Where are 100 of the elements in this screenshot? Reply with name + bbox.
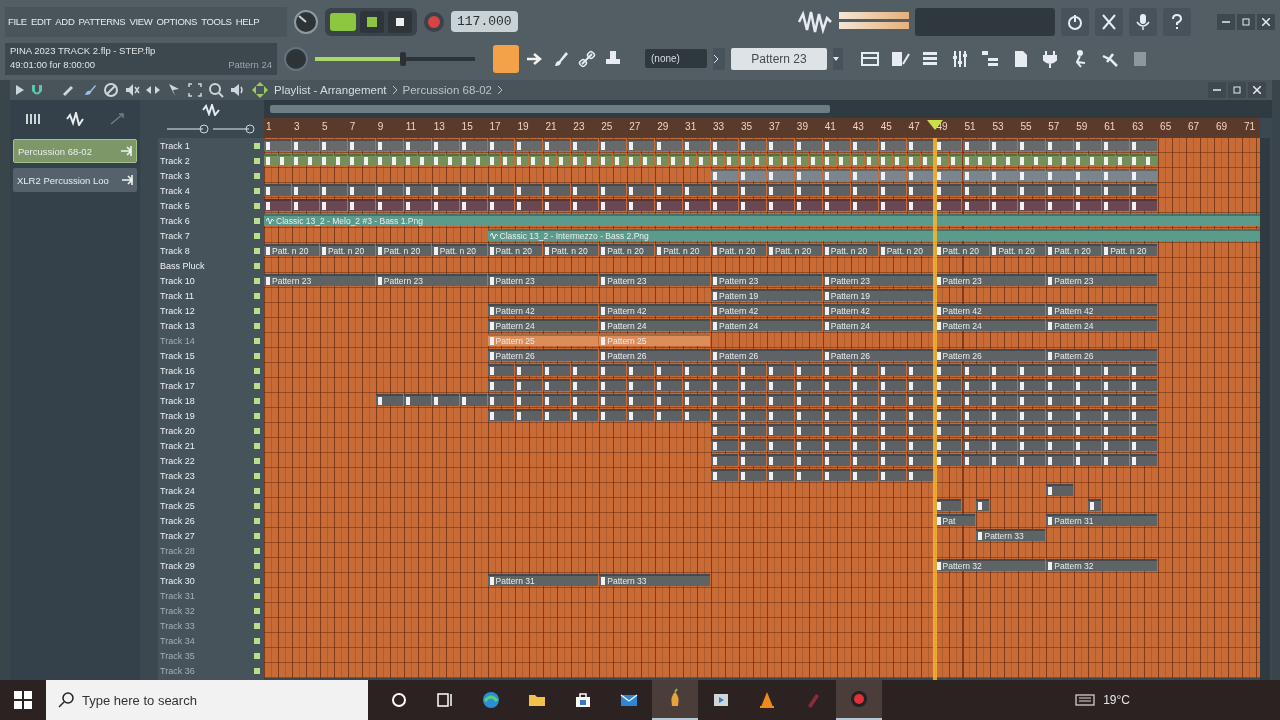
track-name[interactable]: Track 8 (160, 245, 190, 256)
pattern-clip[interactable]: Pattern 42 (822, 304, 934, 316)
audio-clip[interactable]: Classic 13_2 - Intermezzo - Bass 2.Png (487, 229, 1260, 241)
pattern-clip[interactable]: Pattern 24 (487, 319, 599, 331)
pattern-clip[interactable]: Pattern 23 (375, 274, 487, 286)
search-field[interactable]: Type here to search (46, 680, 368, 720)
track-name[interactable]: Track 23 (160, 470, 195, 481)
pattern-clip[interactable]: Pat (934, 514, 976, 526)
pattern-clip[interactable]: Pattern 24 (599, 319, 710, 331)
clip-source-item[interactable]: Percussion 68-02 (13, 139, 137, 163)
track-lane[interactable]: Pattern 31 Pattern 33 (264, 573, 1260, 588)
pattern-clip[interactable]: Patt. n 20 (822, 244, 878, 256)
pattern-clip[interactable]: Pattern 31 (487, 574, 599, 586)
pattern-clip[interactable]: Pattern 32 (1046, 559, 1158, 571)
track-name[interactable]: Track 25 (160, 500, 195, 511)
pattern-clip[interactable]: Pattern 26 (1046, 349, 1158, 361)
track-name[interactable]: Track 30 (160, 575, 195, 586)
menu-item[interactable]: TOOLS (201, 16, 232, 27)
track-name[interactable]: Track 3 (160, 170, 190, 181)
pattern-clip[interactable]: Patt. n 20 (766, 244, 822, 256)
track-name[interactable]: Track 12 (160, 305, 195, 316)
track-name[interactable]: Track 4 (160, 185, 190, 196)
pattern-clip[interactable]: Pattern 32 (934, 559, 1046, 571)
pattern-clip[interactable]: Pattern 26 (934, 349, 1046, 361)
track-name[interactable]: Track 18 (160, 395, 195, 406)
pattern-clip[interactable]: Pattern 33 (599, 574, 710, 586)
pattern-clip[interactable]: Pattern 42 (711, 304, 822, 316)
channel-group-dropdown[interactable]: (none) (645, 49, 707, 68)
track-name[interactable]: Track 19 (160, 410, 195, 421)
menu-item[interactable]: PATTERNS (78, 16, 126, 27)
track-name[interactable]: Track 16 (160, 365, 195, 376)
menu-item[interactable]: ADD (55, 16, 75, 27)
pattern-clip[interactable]: Patt. n 20 (990, 244, 1046, 256)
pattern-clip[interactable]: Pattern 26 (599, 349, 710, 361)
pattern-clip[interactable]: Pattern 23 (934, 274, 1046, 286)
track-name[interactable]: Track 7 (160, 230, 190, 241)
track-name[interactable]: Track 2 (160, 155, 190, 166)
track-name[interactable]: Track 11 (160, 290, 194, 301)
pattern-clip[interactable]: Pattern 26 (711, 349, 822, 361)
pattern-clip[interactable]: Pattern 24 (822, 319, 934, 331)
pattern-clip[interactable]: Pattern 23 (487, 274, 599, 286)
track-lane[interactable]: Pattern 32 Pattern 32 (264, 558, 1260, 573)
track-name[interactable]: Track 10 (160, 275, 195, 286)
pattern-clip[interactable]: Pattern 42 (599, 304, 710, 316)
audio-clip[interactable]: Classic 13_2 - Melo_2 #3 - Bass 1.Png (264, 214, 1260, 226)
pattern-clip[interactable]: Pattern 42 (934, 304, 1046, 316)
track-lane[interactable]: Pattern 24 Pattern 24 Pattern 24 Pattern 24 Pattern 24 Pattern 24 (264, 318, 1260, 333)
track-lane[interactable]: Pat Pattern 31 (264, 513, 1260, 528)
pattern-clip[interactable]: Pattern 26 (822, 349, 934, 361)
pattern-clip[interactable]: Patt. n 20 (1102, 244, 1158, 256)
track-name[interactable]: Track 15 (160, 350, 195, 361)
pattern-clip[interactable]: Pattern 31 (1046, 514, 1158, 526)
menu-item[interactable]: EDIT (30, 16, 52, 27)
track-lane[interactable]: Pattern 33 (264, 528, 1260, 543)
track-name[interactable]: Track 22 (160, 455, 195, 466)
track-name[interactable]: Track 29 (160, 560, 195, 571)
track-lane[interactable]: Pattern 42 Pattern 42 Pattern 42 Pattern 42 Pattern 42 Pattern 42 (264, 303, 1260, 318)
pattern-clip[interactable]: Pattern 26 (487, 349, 599, 361)
pattern-clip[interactable]: Pattern 33 (976, 529, 1046, 541)
pattern-clip[interactable]: Pattern 19 (822, 289, 934, 301)
menu-item[interactable]: HELP (235, 16, 260, 27)
track-name[interactable]: Track 24 (160, 485, 195, 496)
pattern-clip[interactable]: Pattern 23 (822, 274, 934, 286)
pattern-clip[interactable]: Pattern 24 (934, 319, 1046, 331)
pattern-clip[interactable]: Pattern 23 (1046, 274, 1158, 286)
track-lane[interactable]: Patt. n 20 Patt. n 20 Patt. n 20 Patt. n 20 Patt. n 20 Patt. n 20 Patt. n 20 Patt. n 20 Patt. n 20 Patt. n 20 Patt. n 20 Patt. n 20 Patt. n 20 Patt. n 20 Patt. n 20 Patt. n 20 (264, 243, 1260, 258)
pattern-clip[interactable]: Patt. n 20 (319, 244, 375, 256)
tempo-display[interactable]: 117.000 (451, 11, 518, 32)
track-name[interactable]: Track 21 (160, 440, 195, 451)
pattern-clip[interactable]: Patt. n 20 (878, 244, 934, 256)
pattern-clip[interactable]: Patt. n 20 (934, 244, 990, 256)
pattern-clip[interactable]: Pattern 42 (487, 304, 599, 316)
pattern-clip[interactable]: Patt. n 20 (431, 244, 487, 256)
track-name[interactable]: Track 26 (160, 515, 195, 526)
menu-item[interactable]: FILE (8, 16, 27, 27)
track-lane[interactable]: Classic 13_2 - Intermezzo - Bass 2.Png (264, 228, 1260, 243)
track-name[interactable]: Track 20 (160, 425, 195, 436)
pattern-clip[interactable]: Patt. n 20 (1046, 244, 1102, 256)
track-name[interactable]: Track 1 (160, 140, 190, 151)
pattern-clip[interactable]: Patt. n 20 (264, 244, 319, 256)
track-lane[interactable]: Pattern 23 Pattern 23 Pattern 23 Pattern 23 Pattern 23 Pattern 23 Pattern 23 Pattern 23 (264, 273, 1260, 288)
pattern-clip[interactable]: Pattern 19 (711, 289, 822, 301)
pattern-clip[interactable]: Pattern 23 (264, 274, 375, 286)
track-name[interactable]: Track 5 (160, 200, 190, 211)
track-lane[interactable]: Pattern 19 Pattern 19 (264, 288, 1260, 303)
track-name[interactable]: Track 17 (160, 380, 195, 391)
pattern-clip[interactable]: Patt. n 20 (543, 244, 599, 256)
pattern-clip[interactable]: Pattern 24 (711, 319, 822, 331)
menu-item[interactable]: OPTIONS (156, 16, 198, 27)
pattern-clip[interactable]: Pattern 23 (711, 274, 822, 286)
pattern-clip[interactable]: Patt. n 20 (711, 244, 766, 256)
breadcrumb-item[interactable]: Percussion 68-02 (402, 84, 492, 96)
pattern-clip[interactable]: Pattern 23 (599, 274, 710, 286)
menu-item[interactable]: VIEW (129, 16, 153, 27)
pattern-clip[interactable]: Patt. n 20 (375, 244, 431, 256)
pattern-clip[interactable]: Patt. n 20 (487, 244, 543, 256)
pattern-clip[interactable]: Patt. n 20 (599, 244, 655, 256)
track-name[interactable]: Bass Pluck (160, 260, 205, 271)
track-name[interactable]: Track 27 (160, 530, 195, 541)
track-lane[interactable]: Pattern 26 Pattern 26 Pattern 26 Pattern 26 Pattern 26 Pattern 26 (264, 348, 1260, 363)
